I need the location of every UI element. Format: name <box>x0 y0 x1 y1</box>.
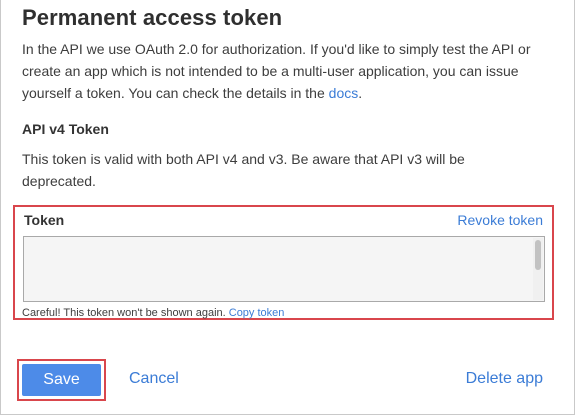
revoke-token-link[interactable]: Revoke token <box>457 212 543 228</box>
scrollbar-thumb[interactable] <box>535 240 541 270</box>
save-button[interactable]: Save <box>22 364 101 396</box>
delete-app-button[interactable]: Delete app <box>466 370 543 388</box>
access-token-dialog: Permanent access token In the API we use… <box>0 0 575 415</box>
token-section: Token Revoke token Careful! This token w… <box>13 205 554 320</box>
intro-end: . <box>358 85 363 101</box>
intro-text: In the API we use OAuth 2.0 for authoriz… <box>22 41 531 101</box>
api-token-description: This token is valid with both API v4 and… <box>22 151 465 189</box>
dialog-title: Permanent access token <box>22 5 283 30</box>
docs-link[interactable]: docs <box>329 85 359 101</box>
token-warning: Careful! This token won't be shown again… <box>22 307 284 319</box>
copy-token-link[interactable]: Copy token <box>229 307 285 319</box>
token-label: Token <box>24 212 65 228</box>
save-button-highlight: Save <box>17 359 106 401</box>
api-token-heading: API v4 Token <box>22 121 109 137</box>
intro-paragraph: In the API we use OAuth 2.0 for authoriz… <box>22 38 552 104</box>
token-scrollbar[interactable] <box>533 238 543 300</box>
warning-text: Careful! This token won't be shown again… <box>22 307 229 319</box>
token-textarea[interactable] <box>23 236 545 302</box>
cancel-button[interactable]: Cancel <box>129 370 179 388</box>
